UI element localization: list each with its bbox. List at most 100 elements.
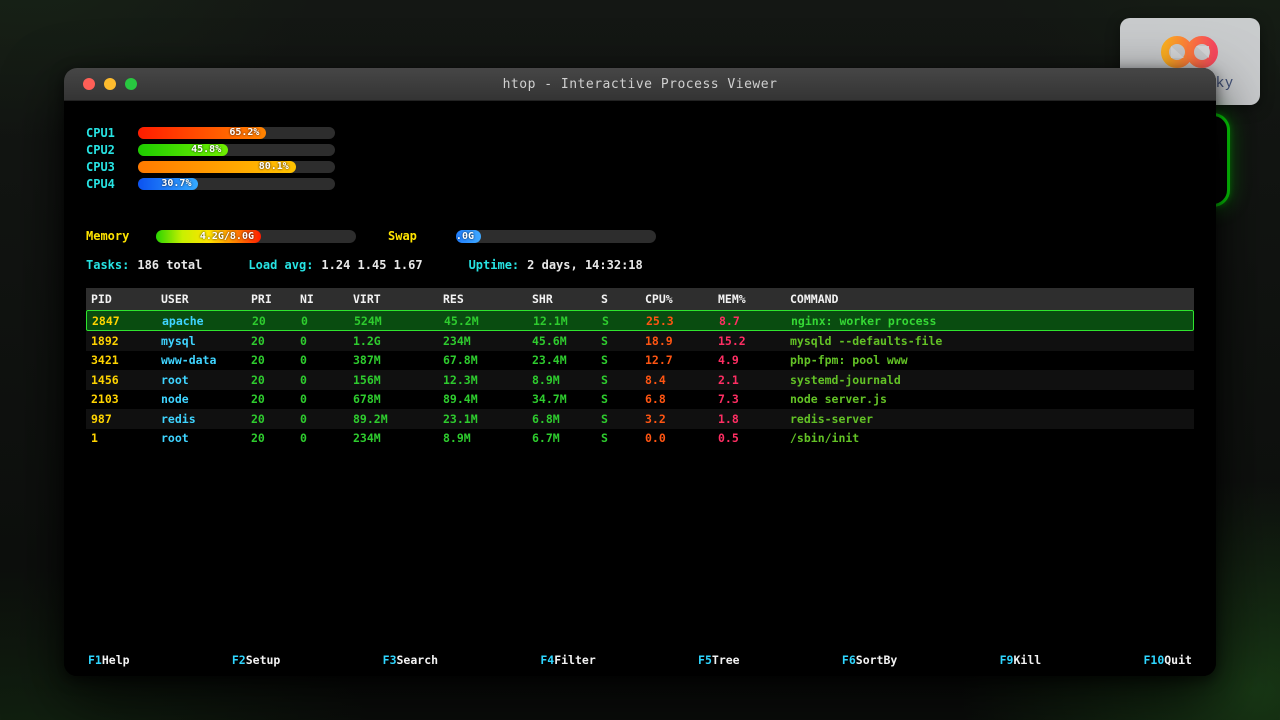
cpu-meter-row: CPU380.1%	[86, 158, 335, 175]
cell-res: 45.2M	[444, 314, 533, 328]
cell-virt: 156M	[353, 373, 443, 387]
fkey-code: F4	[540, 653, 554, 667]
cell-cpu: 12.7	[645, 353, 718, 367]
cell-pri: 20	[251, 431, 300, 445]
cell-command: systemd-journald	[790, 373, 1194, 387]
cell-ni: 0	[300, 334, 353, 348]
cell-command: php-fpm: pool www	[790, 353, 1194, 367]
cpu-meter-track: 80.1%	[138, 161, 335, 173]
cell-shr: 45.6M	[532, 334, 601, 348]
column-header-s[interactable]: S	[601, 292, 645, 306]
swap-meter-fill: 256M/2.0G	[456, 230, 481, 243]
function-key-f3[interactable]: F3Search	[383, 653, 438, 667]
fkey-label: Filter	[554, 653, 596, 667]
cell-user: www-data	[161, 353, 251, 367]
cell-s: S	[601, 392, 645, 406]
cell-mem: 1.8	[718, 412, 790, 426]
function-key-f2[interactable]: F2Setup	[232, 653, 280, 667]
cpu-meter-value: 30.7%	[161, 178, 191, 189]
cell-cpu: 6.8	[645, 392, 718, 406]
cell-virt: 1.2G	[353, 334, 443, 348]
process-row-1456[interactable]: 1456root200156M12.3M8.9MS8.42.1systemd-j…	[86, 370, 1194, 390]
cpu-meter-label: CPU1	[86, 126, 138, 140]
column-header-pid[interactable]: PID	[91, 292, 161, 306]
cpu-meter-row: CPU430.7%	[86, 175, 335, 192]
process-row-987[interactable]: 987redis20089.2M23.1M6.8MS3.21.8redis-se…	[86, 409, 1194, 429]
cell-virt: 234M	[353, 431, 443, 445]
window-titlebar[interactable]: htop - Interactive Process Viewer	[64, 68, 1216, 101]
uptime-stat: Uptime:2 days, 14:32:18	[469, 258, 643, 272]
column-header-ni[interactable]: NI	[300, 292, 353, 306]
function-key-f6[interactable]: F6SortBy	[842, 653, 897, 667]
fkey-label: Quit	[1164, 653, 1192, 667]
process-row-1[interactable]: 1root200234M8.9M6.7MS0.00.5/sbin/init	[86, 429, 1194, 449]
function-key-f5[interactable]: F5Tree	[698, 653, 740, 667]
cell-shr: 23.4M	[532, 353, 601, 367]
tasks-stat: Tasks:186 total	[86, 258, 202, 272]
terminal-window: htop - Interactive Process Viewer CPU165…	[64, 68, 1216, 676]
memory-label: Memory	[86, 229, 156, 243]
cell-pid: 1	[91, 431, 161, 445]
memory-swap-meters: Memory 4.2G/8.0G Swap 256M/2.0G	[86, 229, 656, 243]
cell-mem: 4.9	[718, 353, 790, 367]
process-row-2103[interactable]: 2103node200678M89.4M34.7MS6.87.3node ser…	[86, 390, 1194, 410]
fkey-code: F2	[232, 653, 246, 667]
memory-meter-fill: 4.2G/8.0G	[156, 230, 261, 243]
fkey-code: F9	[1000, 653, 1014, 667]
cell-user: root	[161, 373, 251, 387]
cell-pid: 3421	[91, 353, 161, 367]
cpu-meter-row: CPU245.8%	[86, 141, 335, 158]
fkey-code: F5	[698, 653, 712, 667]
column-header-command[interactable]: COMMAND	[790, 292, 1194, 306]
cell-pid: 987	[91, 412, 161, 426]
cell-s: S	[601, 412, 645, 426]
cell-s: S	[601, 373, 645, 387]
cpu-meter-value: 80.1%	[259, 161, 289, 172]
cell-pri: 20	[251, 392, 300, 406]
function-key-f10[interactable]: F10Quit	[1143, 653, 1191, 667]
column-header-virt[interactable]: VIRT	[353, 292, 443, 306]
desktop-background: CodeLucky htop Command Enhanced Process …	[0, 0, 1280, 720]
cell-pri: 20	[252, 314, 301, 328]
cell-res: 8.9M	[443, 431, 532, 445]
column-header-shr[interactable]: SHR	[532, 292, 601, 306]
column-header-pri[interactable]: PRI	[251, 292, 300, 306]
column-header-mem[interactable]: MEM%	[718, 292, 790, 306]
column-header-res[interactable]: RES	[443, 292, 532, 306]
cell-res: 234M	[443, 334, 532, 348]
column-header-user[interactable]: USER	[161, 292, 251, 306]
cell-shr: 12.1M	[533, 314, 602, 328]
cell-ni: 0	[300, 392, 353, 406]
function-key-bar: F1Help F2Setup F3Search F4Filter F5Tree F6Sor…	[88, 653, 1192, 667]
cell-user: node	[161, 392, 251, 406]
function-key-f4[interactable]: F4Filter	[540, 653, 595, 667]
fkey-code: F10	[1143, 653, 1164, 667]
cell-res: 23.1M	[443, 412, 532, 426]
cell-cpu: 18.9	[645, 334, 718, 348]
process-row-3421[interactable]: 3421www-data200387M67.8M23.4MS12.74.9php…	[86, 351, 1194, 371]
cpu-meter-label: CPU2	[86, 143, 138, 157]
cell-user: redis	[161, 412, 251, 426]
fkey-label: Kill	[1013, 653, 1041, 667]
cell-cpu: 0.0	[645, 431, 718, 445]
cell-ni: 0	[300, 431, 353, 445]
column-header-cpu[interactable]: CPU%	[645, 292, 718, 306]
fkey-label: Tree	[712, 653, 740, 667]
cpu-meter-row: CPU165.2%	[86, 124, 335, 141]
swap-label: Swap	[388, 229, 456, 243]
cell-cpu: 8.4	[645, 373, 718, 387]
uptime-value: 2 days, 14:32:18	[527, 258, 643, 272]
process-row-1892[interactable]: 1892mysql2001.2G234M45.6MS18.915.2mysqld…	[86, 331, 1194, 351]
cpu-meter-track: 30.7%	[138, 178, 335, 190]
cell-mem: 2.1	[718, 373, 790, 387]
process-row-2847[interactable]: 2847apache200524M45.2M12.1MS25.38.7nginx…	[86, 310, 1194, 331]
tasks-value: 186 total	[137, 258, 202, 272]
cell-command: /sbin/init	[790, 431, 1194, 445]
load-avg-stat: Load avg:1.24 1.45 1.67	[248, 258, 422, 272]
function-key-f1[interactable]: F1Help	[88, 653, 130, 667]
cell-shr: 8.9M	[532, 373, 601, 387]
codelucky-infinity-icon	[1157, 32, 1223, 72]
cell-shr: 6.8M	[532, 412, 601, 426]
function-key-f9[interactable]: F9Kill	[1000, 653, 1042, 667]
process-table-header: PIDUSERPRINIVIRTRESSHRSCPU%MEM%COMMAND	[86, 288, 1194, 310]
